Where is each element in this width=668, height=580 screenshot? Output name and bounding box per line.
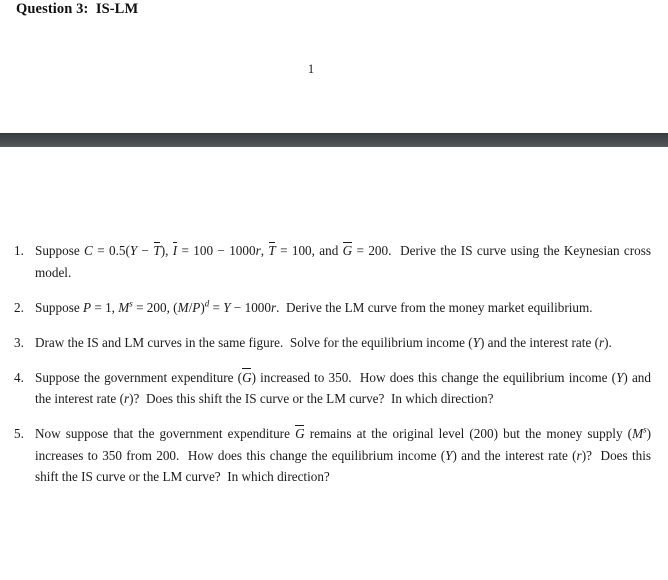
list-item-marker: 2. [14,299,24,315]
page-number: 1 [307,62,315,76]
list-item: 5. Now suppose that the government expen… [0,423,668,488]
list-item: 2. Suppose P = 1, Ms = 200, (M/P)d = Y −… [0,297,668,319]
page-top-spacer [0,147,668,240]
page-title: Question 3: IS-LM [16,1,139,17]
page-separator-bar [0,133,668,148]
list-item-marker: 3. [14,334,24,350]
list-item: 1. Suppose C = 0.5(Y − T), I = 100 − 100… [0,240,668,283]
pdf-document-viewer: Question 3: IS-LM 1 1. Suppose C = 0.5(Y… [0,0,668,580]
list-item-marker: 1. [14,243,24,258]
list-item-marker: 5. [14,426,24,441]
list-item: 3. Draw the IS and LM curves in the same… [0,332,668,354]
list-item-marker: 4. [14,369,24,385]
document-page-two: 1. Suppose C = 0.5(Y − T), I = 100 − 100… [0,147,668,580]
list-item-text: Suppose C = 0.5(Y − T), I = 100 − 1000r,… [35,241,652,280]
list-item-text: Suppose P = 1, Ms = 200, (M/P)d = Y − 10… [35,298,593,315]
document-page-one: Question 3: IS-LM 1 [0,0,668,133]
list-item: 4. Suppose the government expenditure (G… [0,367,668,410]
question-list: 1. Suppose C = 0.5(Y − T), I = 100 − 100… [0,240,668,488]
list-item-text: Draw the IS and LM curves in the same fi… [35,334,612,350]
list-item-text: Suppose the government expenditure (G) i… [35,367,651,406]
list-item-text: Now suppose that the government expendit… [35,424,652,484]
